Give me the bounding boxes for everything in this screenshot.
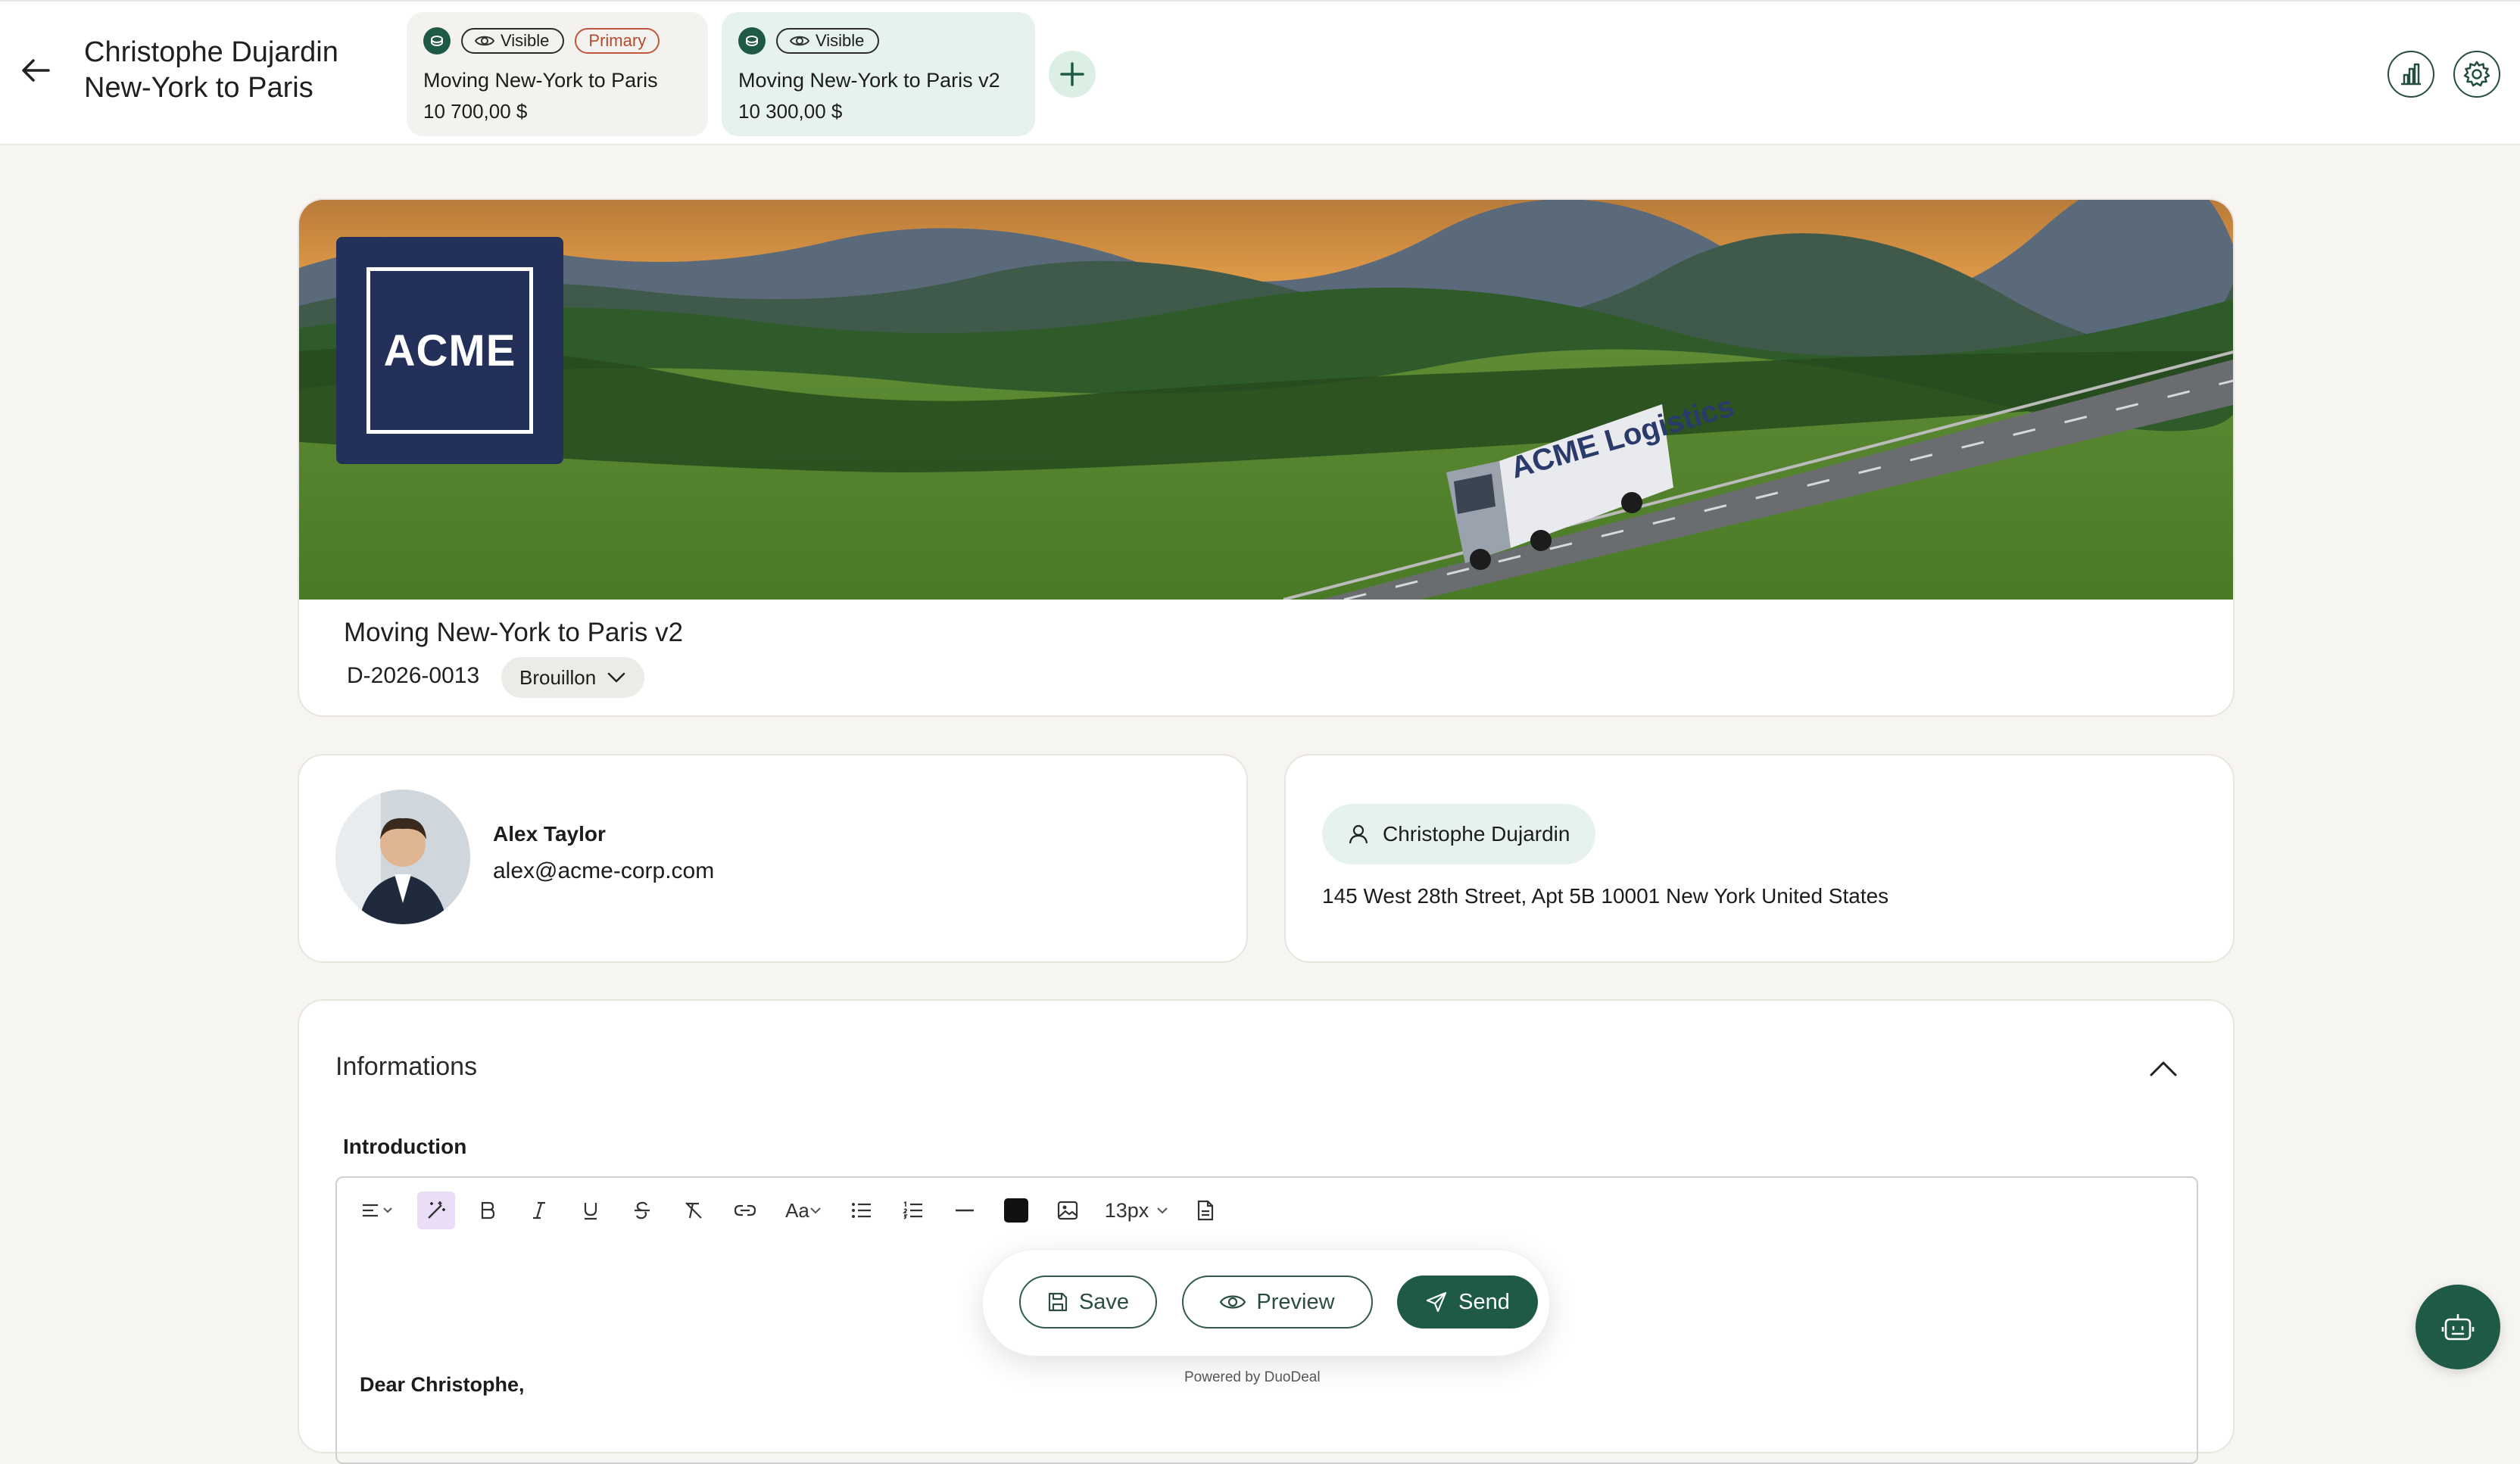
clear-format-icon <box>685 1202 702 1219</box>
introduction-label: Introduction <box>343 1135 467 1158</box>
align-left-icon <box>363 1204 392 1217</box>
client-card: Christophe Dujardin 145 West 28th Street… <box>1284 754 2235 963</box>
company-logo: ACME <box>336 237 563 464</box>
stats-button[interactable] <box>2387 51 2434 98</box>
send-button[interactable]: Send <box>1397 1276 1538 1329</box>
color-swatch-icon <box>1004 1198 1028 1223</box>
document-icon <box>1197 1200 1214 1221</box>
sender-email: alex@acme-corp.com <box>493 858 715 883</box>
link-icon <box>734 1204 756 1216</box>
deal-title: Christophe Dujardin New-York to Paris <box>84 35 338 106</box>
hero-landscape-image: ACME Logistics <box>299 200 2233 600</box>
text-color-button[interactable] <box>997 1191 1035 1229</box>
robot-icon <box>2441 1314 2475 1341</box>
bar-chart-icon <box>2401 63 2421 86</box>
visibility-badge[interactable]: Visible <box>461 28 565 54</box>
bullet-list-icon <box>852 1203 871 1218</box>
quote-title: Moving New-York to Paris v2 <box>344 618 684 647</box>
back-button[interactable] <box>17 51 55 89</box>
align-dropdown[interactable] <box>352 1191 404 1229</box>
clear-format-button[interactable] <box>675 1191 713 1229</box>
editor-greeting: Dear Christophe, <box>360 1373 525 1396</box>
ai-magic-button[interactable] <box>417 1191 455 1229</box>
strikethrough-button[interactable] <box>623 1191 661 1229</box>
deal-title-route: New-York to Paris <box>84 72 313 104</box>
quote-tab-2[interactable]: Visible Moving New-York to Paris v2 10 3… <box>722 12 1035 136</box>
strikethrough-icon <box>635 1201 650 1219</box>
send-label: Send <box>1458 1289 1510 1314</box>
status-label: Brouillon <box>519 665 597 689</box>
gear-icon <box>2463 61 2490 87</box>
magic-wand-icon <box>428 1201 445 1219</box>
arrow-left-icon <box>22 59 50 82</box>
quote-tab-price: 10 300,00 $ <box>738 100 843 123</box>
sender-card: Alex Taylor alex@acme-corp.com <box>298 754 1248 963</box>
deal-title-client: Christophe Dujardin <box>84 36 338 68</box>
quote-hero-card: ACME Logistics ACME Moving New-York to P… <box>298 198 2235 717</box>
font-size-dropdown[interactable]: 13px <box>1100 1191 1173 1229</box>
preview-label: Preview <box>1256 1289 1335 1314</box>
horizontal-rule-button[interactable] <box>946 1191 984 1229</box>
preview-button[interactable]: Preview <box>1182 1276 1373 1329</box>
chevron-up-icon <box>2150 1061 2177 1076</box>
status-dropdown[interactable]: Brouillon <box>501 657 645 698</box>
quote-tab-name: Moving New-York to Paris v2 <box>738 69 1000 92</box>
bold-icon <box>481 1201 495 1219</box>
avatar <box>335 790 470 924</box>
chevron-down-icon <box>607 672 625 683</box>
font-size-value: 13px <box>1104 1198 1149 1222</box>
bold-button[interactable] <box>469 1191 507 1229</box>
numbered-list-icon <box>903 1201 922 1219</box>
numbered-list-button[interactable] <box>894 1191 932 1229</box>
save-button[interactable]: Save <box>1019 1276 1157 1329</box>
eye-icon <box>790 36 809 46</box>
chevron-down-icon <box>810 1207 821 1214</box>
client-address: 145 West 28th Street, Apt 5B 10001 New Y… <box>1322 884 1889 908</box>
eye-icon <box>475 36 494 46</box>
underline-icon <box>584 1203 597 1220</box>
logo-text: ACME <box>383 326 516 375</box>
client-chip[interactable]: Christophe Dujardin <box>1322 804 1596 864</box>
horizontal-rule-icon <box>956 1209 974 1212</box>
client-name: Christophe Dujardin <box>1383 822 1570 846</box>
link-button[interactable] <box>726 1191 764 1229</box>
save-icon <box>1048 1292 1068 1312</box>
powered-by-label: Powered by DuoDeal <box>1184 1369 1321 1385</box>
user-icon <box>1349 824 1368 844</box>
coin-icon <box>423 27 451 55</box>
sender-name: Alex Taylor <box>493 822 606 846</box>
italic-button[interactable] <box>520 1191 558 1229</box>
quote-reference: D-2026-0013 <box>347 663 480 688</box>
text-style-dropdown[interactable]: Aa <box>778 1191 829 1229</box>
settings-button[interactable] <box>2453 51 2500 98</box>
visibility-label: Visible <box>501 31 550 50</box>
quote-tab-1[interactable]: Visible Primary Moving New-York to Paris… <box>407 12 708 136</box>
add-quote-button[interactable] <box>1049 51 1096 98</box>
floating-action-bar: Save Preview Send <box>982 1249 1550 1357</box>
visibility-badge[interactable]: Visible <box>776 28 880 54</box>
quote-tab-name: Moving New-York to Paris <box>423 69 658 92</box>
insert-image-button[interactable] <box>1049 1191 1087 1229</box>
assistant-bot-button[interactable] <box>2416 1285 2500 1369</box>
text-style-label: Aa <box>785 1198 809 1222</box>
top-bar: Christophe Dujardin New-York to Paris Vi… <box>0 0 2520 145</box>
underline-button[interactable] <box>572 1191 610 1229</box>
collapse-button[interactable] <box>2147 1052 2180 1086</box>
primary-badge: Primary <box>575 28 660 54</box>
section-title: Informations <box>335 1052 478 1081</box>
send-icon <box>1427 1291 1447 1313</box>
chevron-down-icon <box>1157 1207 1168 1214</box>
image-icon <box>1057 1201 1078 1220</box>
plus-icon <box>1060 62 1084 86</box>
save-label: Save <box>1078 1289 1130 1314</box>
bullet-list-button[interactable] <box>843 1191 881 1229</box>
insert-document-button[interactable] <box>1187 1191 1224 1229</box>
editor-toolbar: Aa 13px <box>352 1188 1224 1232</box>
quote-tab-price: 10 700,00 $ <box>423 100 528 123</box>
coin-icon <box>738 27 766 55</box>
eye-icon <box>1220 1295 1246 1309</box>
visibility-label: Visible <box>816 31 865 50</box>
italic-icon <box>533 1201 545 1219</box>
